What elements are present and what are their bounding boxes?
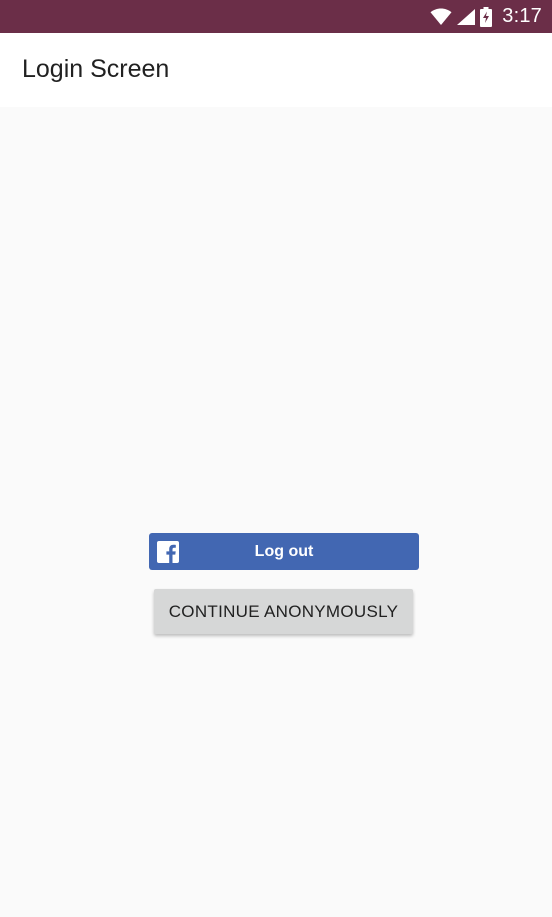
- facebook-icon: [157, 541, 179, 563]
- status-icons: 3:17: [426, 0, 542, 33]
- status-bar: 3:17: [0, 0, 552, 33]
- app-bar: Login Screen: [0, 33, 552, 107]
- continue-anonymously-button[interactable]: CONTINUE ANONYMOUSLY: [154, 589, 413, 634]
- signal-icon: [456, 8, 476, 26]
- facebook-logout-button[interactable]: Log out: [149, 533, 419, 570]
- wifi-icon: [430, 7, 452, 26]
- page-title: Login Screen: [22, 55, 170, 83]
- battery-charging-icon: [480, 6, 493, 27]
- facebook-button-label: Log out: [254, 542, 314, 560]
- content-area: [0, 107, 552, 917]
- status-time: 3:17: [502, 5, 542, 27]
